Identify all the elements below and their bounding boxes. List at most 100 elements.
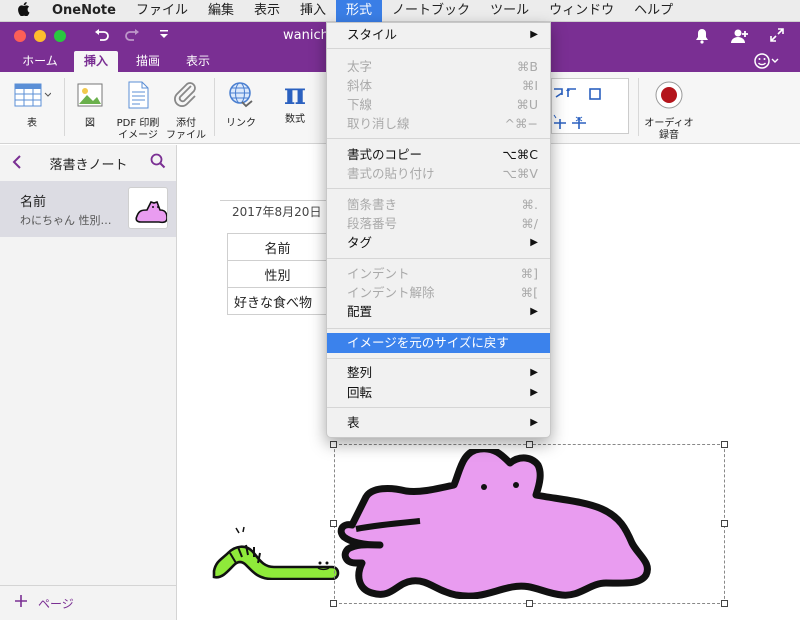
menu-separator [327,258,550,259]
menu-item-outdent[interactable]: インデント解除 ⌘[ [327,283,550,303]
menu-item-label: 太字 [347,59,373,74]
menu-insert[interactable]: 挿入 [290,0,336,22]
page-thumbnail [128,187,168,229]
menu-item-italic[interactable]: 斜体 ⌘I [327,76,550,96]
menu-item-arrange[interactable]: 整列 ▶ [327,363,550,383]
menu-view[interactable]: 表示 [244,0,290,22]
record-audio-button[interactable]: オーディオ 録音 [640,80,698,142]
tab-view[interactable]: 表示 [176,51,220,72]
bell-icon[interactable] [695,28,709,48]
menu-item-label: 段落番号 [347,216,398,231]
menu-help[interactable]: ヘルプ [624,0,683,22]
resize-handle[interactable] [721,520,728,527]
menu-edit[interactable]: 編集 [198,0,244,22]
resize-handle[interactable] [721,600,728,607]
resize-handle[interactable] [330,441,337,448]
picture-icon [72,80,108,114]
record-icon [640,80,698,114]
table-cell[interactable]: 好きな食べ物 [227,287,328,315]
menu-item-indent[interactable]: インデント ⌘] [327,264,550,284]
page-list-panel: 落書きノート 名前 わにちゃん 性別… ページ [0,145,177,620]
pi-equation-icon: π [284,77,306,112]
smiley-feedback-icon[interactable] [754,52,780,74]
menu-item-shortcut: ⌘[ [520,285,538,300]
link-label: リンク [226,118,256,129]
page-item-title: 名前 [20,195,47,210]
resize-handle[interactable] [721,441,728,448]
menu-item-shortcut: ⌥⌘C [502,147,538,162]
menu-separator [327,188,550,189]
insert-equation-button[interactable]: π 数式 [272,80,318,126]
menu-item-bullets[interactable]: 箇条書き ⌘. [327,195,550,215]
menu-notebook[interactable]: ノートブック [382,0,480,22]
close-window-button[interactable] [14,30,26,42]
attach-label-2: ファイル [166,130,206,141]
audio-label-1: オーディオ [644,118,694,129]
menu-separator [327,48,550,49]
menu-format[interactable]: 形式 [336,0,383,22]
add-page-plus-icon[interactable] [14,594,28,612]
tab-insert[interactable]: 挿入 [74,51,118,72]
menu-item-bold[interactable]: 太字 ⌘B [327,57,550,77]
search-icon[interactable] [150,153,166,173]
menu-item-label: 配置 [347,304,373,319]
tab-draw[interactable]: 描画 [126,51,170,72]
minimize-window-button[interactable] [34,30,46,42]
zoom-window-button[interactable] [54,30,66,42]
share-person-icon[interactable] [731,28,749,48]
insert-picture-button[interactable]: 図 [72,80,108,130]
menu-onenote[interactable]: OneNote [42,0,126,22]
menu-item-style[interactable]: スタイル ▶ [327,25,550,45]
undo-icon[interactable] [94,28,110,46]
menu-separator [327,407,550,408]
insert-pdf-printout-button[interactable]: PDF 印刷 イメージ [112,80,164,142]
menu-item-shortcut: ⌘. [521,197,538,212]
menu-item-label: 回転 [347,385,373,400]
menu-item-label: 下線 [347,97,373,112]
panel-header: 落書きノート [0,145,177,179]
submenu-arrow-icon: ▶ [530,306,538,317]
panel-footer: ページ [0,585,176,620]
submenu-arrow-icon: ▶ [530,29,538,40]
tab-home[interactable]: ホーム [14,51,66,72]
menu-item-numbering[interactable]: 段落番号 ⌘/ [327,214,550,234]
expand-icon[interactable] [770,28,784,46]
menu-item-label: 表 [347,415,360,430]
table-cell[interactable]: 性別 [227,260,328,288]
menu-file[interactable]: ファイル [126,0,198,22]
attach-file-button[interactable]: 添付 ファイル [164,80,208,142]
menu-item-paste-format[interactable]: 書式の貼り付け ⌥⌘V [327,164,550,184]
table-cell[interactable]: 名前 [227,233,328,261]
add-page-label[interactable]: ページ [38,595,74,612]
menu-item-label: イメージを元のサイズに戻す [347,335,509,350]
table-icon [10,80,54,114]
picture-label: 図 [85,118,95,129]
crocodile-drawing[interactable] [336,445,706,603]
worm-drawing[interactable] [208,525,343,584]
menu-item-reset-image-size[interactable]: イメージを元のサイズに戻す [327,333,550,353]
menu-item-strikethrough[interactable]: 取り消し線 ^⌘− [327,114,550,134]
redo-icon[interactable] [124,28,140,46]
insert-link-button[interactable]: リンク [220,80,262,130]
page-list-item[interactable]: 名前 わにちゃん 性別… [0,181,176,237]
resize-handle[interactable] [526,441,533,448]
ribbon-divider [64,78,65,136]
apple-menu-icon[interactable] [0,0,42,22]
menu-item-rotate[interactable]: 回転 ▶ [327,383,550,403]
menu-window[interactable]: ウィンドウ [539,0,624,22]
symbol-gallery[interactable] [551,78,629,134]
menu-item-tags[interactable]: タグ ▶ [327,233,550,253]
insert-table-button[interactable]: 表 [10,80,54,130]
menu-item-alignment[interactable]: 配置 ▶ [327,302,550,322]
menu-item-label: 箇条書き [347,197,398,212]
globe-link-icon [220,80,262,114]
menu-item-copy-format[interactable]: 書式のコピー ⌥⌘C [327,145,550,165]
table-label: 表 [27,118,37,129]
menu-item-underline[interactable]: 下線 ⌘U [327,95,550,115]
customize-toolbar-icon[interactable] [158,28,170,44]
submenu-arrow-icon: ▶ [530,387,538,398]
ribbon-divider [214,78,215,136]
menu-tools[interactable]: ツール [480,0,539,22]
submenu-arrow-icon: ▶ [530,367,538,378]
menu-item-table[interactable]: 表 ▶ [327,413,550,433]
